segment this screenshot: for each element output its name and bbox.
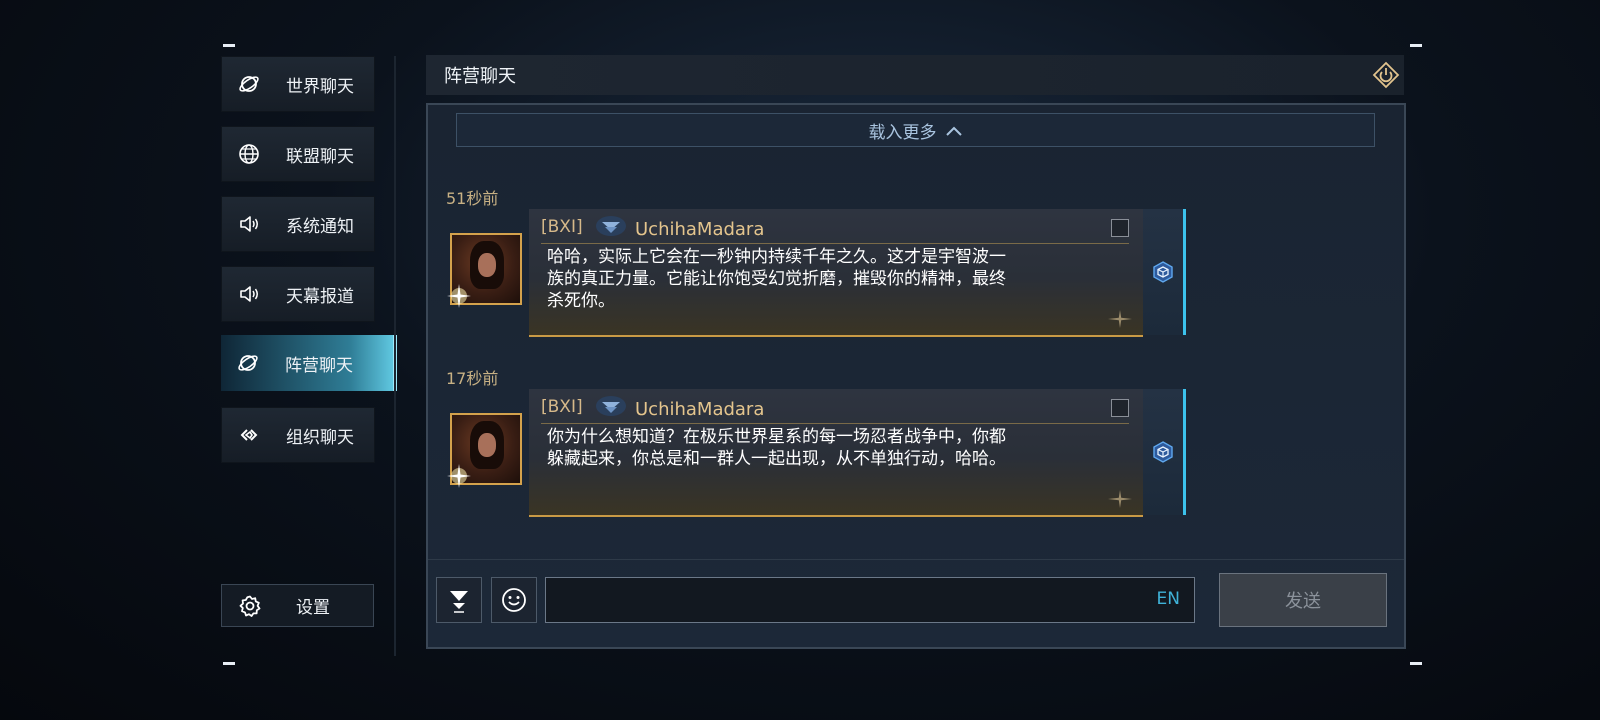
- link-icon: [238, 424, 260, 446]
- rank-badge-icon: [596, 396, 626, 416]
- message-text: 哈哈，实际上它会在一秒钟内持续千年之久。这才是宇智波一 族的真正力量。它能让你饱…: [547, 247, 1006, 311]
- input-bar: EN 发送: [428, 573, 1404, 633]
- avatar-face: [478, 253, 496, 277]
- input-divider: [428, 559, 1404, 560]
- avatar[interactable]: [447, 413, 522, 488]
- gear-icon: [238, 594, 262, 618]
- star-deco-icon: [1108, 490, 1132, 508]
- sidebar-item-org-chat[interactable]: 组织聊天: [221, 407, 375, 463]
- copy-icon[interactable]: [1111, 399, 1129, 417]
- avatar-face: [478, 433, 496, 457]
- copy-icon[interactable]: [1111, 219, 1129, 237]
- sparkle-icon: [447, 464, 471, 488]
- sidebar-item-faction-chat[interactable]: 阵营聊天: [221, 335, 397, 391]
- bubble-divider: [541, 243, 1129, 244]
- page-title: 阵营聊天: [444, 66, 516, 87]
- settings-label: 设置: [296, 598, 330, 618]
- sidebar-item-sky-report[interactable]: 天幕报道: [221, 266, 375, 322]
- cube-icon: [1153, 441, 1173, 463]
- sidebar-item-alliance-chat[interactable]: 联盟聊天: [221, 126, 375, 182]
- planet-icon: [237, 352, 259, 374]
- cube-icon: [1153, 261, 1173, 283]
- frame-corner: [223, 44, 235, 47]
- language-toggle[interactable]: EN: [1157, 589, 1180, 609]
- chat-panel: 载入更多 51秒前 [BXI] UchihaMadara 哈哈，实际上它会在一秒…: [426, 103, 1406, 649]
- sidebar-divider: [394, 56, 396, 656]
- send-button[interactable]: 发送: [1219, 573, 1387, 627]
- speaker-icon: [238, 213, 260, 235]
- alliance-tag: [BXI]: [541, 217, 583, 237]
- message-timestamp: 51秒前: [446, 189, 499, 208]
- chat-header: 阵营聊天: [426, 55, 1404, 95]
- sender-name[interactable]: UchihaMadara: [635, 399, 764, 420]
- chevron-up-icon: [945, 123, 963, 137]
- channel-select-button[interactable]: [436, 577, 482, 623]
- planet-icon: [238, 73, 260, 95]
- sidebar-item-label: 世界聊天: [286, 76, 354, 97]
- sidebar-item-label: 天幕报道: [286, 286, 354, 307]
- settings-button[interactable]: 设置: [221, 584, 374, 627]
- load-more-label: 载入更多: [868, 122, 937, 143]
- sidebar-item-world-chat[interactable]: 世界聊天: [221, 56, 375, 112]
- smile-icon: [502, 588, 526, 612]
- channel-sidebar: 世界聊天 联盟聊天 系统通知 天幕报道 阵营聊天 组织聊天: [221, 56, 397, 636]
- emoji-button[interactable]: [491, 577, 537, 623]
- chat-input[interactable]: [554, 578, 1138, 624]
- message-bubble: [BXI] UchihaMadara 哈哈，实际上它会在一秒钟内持续千年之久。这…: [529, 209, 1143, 337]
- sidebar-item-label: 联盟聊天: [286, 146, 354, 167]
- sidebar-item-label: 系统通知: [286, 216, 354, 237]
- message-timestamp: 17秒前: [446, 369, 499, 388]
- message-bubble: [BXI] UchihaMadara 你为什么想知道？在极乐世界星系的每一场忍者…: [529, 389, 1143, 517]
- power-icon[interactable]: [1372, 61, 1400, 89]
- bubble-divider: [541, 423, 1129, 424]
- message-action-tab[interactable]: [1143, 389, 1186, 515]
- avatar[interactable]: [447, 233, 522, 308]
- load-more-button[interactable]: 载入更多: [456, 113, 1375, 147]
- sidebar-item-label: 组织聊天: [286, 427, 354, 448]
- globe-icon: [238, 143, 260, 165]
- frame-corner: [1410, 662, 1422, 665]
- sidebar-item-system-notice[interactable]: 系统通知: [221, 196, 375, 252]
- frame-corner: [223, 662, 235, 665]
- frame-corner: [1410, 44, 1422, 47]
- rank-down-icon: [450, 591, 468, 613]
- chat-input-box[interactable]: EN: [545, 577, 1195, 624]
- message-text: 你为什么想知道？在极乐世界星系的每一场忍者战争中，你都 躲藏起来，你总是和一群人…: [547, 427, 1006, 469]
- sparkle-icon: [447, 284, 471, 308]
- sender-name[interactable]: UchihaMadara: [635, 219, 764, 240]
- sidebar-item-label: 阵营聊天: [285, 355, 353, 376]
- alliance-tag: [BXI]: [541, 397, 583, 417]
- star-deco-icon: [1108, 310, 1132, 328]
- speaker-icon: [238, 283, 260, 305]
- rank-badge-icon: [596, 216, 626, 236]
- message-action-tab[interactable]: [1143, 209, 1186, 335]
